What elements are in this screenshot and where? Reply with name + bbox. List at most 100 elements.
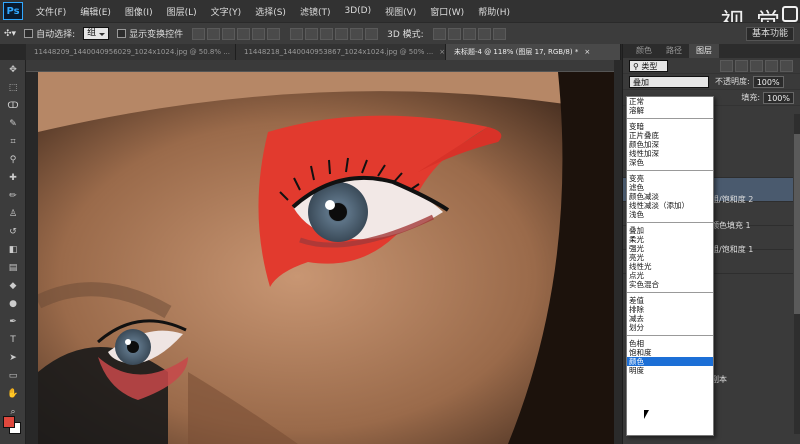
document-canvas[interactable] xyxy=(38,72,614,444)
crop-tool-icon[interactable]: ⌗ xyxy=(3,134,23,150)
tab-document-1[interactable]: 11448209_1440040956029_1024x1024.jpg @ 5… xyxy=(26,44,236,60)
tab-paths[interactable]: 路径 xyxy=(659,44,689,58)
opacity-input[interactable]: 100% xyxy=(752,75,784,88)
quick-select-icon[interactable]: ✎ xyxy=(3,116,23,132)
align-vcenter-icon[interactable] xyxy=(207,27,221,40)
blur-tool-icon[interactable]: ◆ xyxy=(3,278,23,294)
move-tool-icon[interactable]: ✥ xyxy=(3,62,23,78)
brush-tool-icon[interactable]: ✏ xyxy=(3,188,23,204)
menu-image[interactable]: 图像(I) xyxy=(118,5,160,18)
blend-option-subtract[interactable]: 减去 xyxy=(627,314,713,323)
align-right-icon[interactable] xyxy=(267,27,281,40)
blend-option-darken[interactable]: 变暗 xyxy=(627,122,713,131)
clone-stamp-icon[interactable]: ♙ xyxy=(3,206,23,222)
align-hcenter-icon[interactable] xyxy=(252,27,266,40)
blend-option-linear-light[interactable]: 线性光 xyxy=(627,262,713,271)
menu-help[interactable]: 帮助(H) xyxy=(471,5,517,18)
blend-option-linear-burn[interactable]: 线性加深 xyxy=(627,149,713,158)
workspace-switcher[interactable]: 基本功能 xyxy=(745,27,794,41)
blend-option-dissolve[interactable]: 溶解 xyxy=(627,106,713,115)
canvas-scrollbar[interactable] xyxy=(614,60,622,444)
smart-filter-icon[interactable] xyxy=(780,59,793,72)
distribute-right-icon[interactable] xyxy=(365,27,379,40)
tab-layers[interactable]: 图层 xyxy=(689,44,719,58)
blend-option-vivid-light[interactable]: 亮光 xyxy=(627,253,713,262)
3d-scale-icon[interactable] xyxy=(492,27,506,40)
close-icon[interactable]: × xyxy=(584,48,590,56)
blend-option-divide[interactable]: 划分 xyxy=(627,323,713,332)
fill-input[interactable]: 100% xyxy=(763,91,794,104)
blend-option-overlay[interactable]: 叠加 xyxy=(627,226,713,235)
shape-filter-icon[interactable] xyxy=(765,59,778,72)
gradient-tool-icon[interactable]: ▤ xyxy=(3,260,23,276)
eyedropper-icon[interactable]: ⚲ xyxy=(3,152,23,168)
auto-select-dropdown[interactable]: 组 xyxy=(83,27,110,40)
menu-layer[interactable]: 图层(L) xyxy=(160,5,204,18)
blend-option-color-burn[interactable]: 颜色加深 xyxy=(627,140,713,149)
adjustment-filter-icon[interactable] xyxy=(735,59,748,72)
menu-window[interactable]: 窗口(W) xyxy=(423,5,471,18)
blend-mode-dropdown[interactable]: 叠加 xyxy=(629,75,709,88)
healing-brush-icon[interactable]: ✚ xyxy=(3,170,23,186)
blend-option-difference[interactable]: 差值 xyxy=(627,296,713,305)
blend-option-hard-mix[interactable]: 实色混合 xyxy=(627,280,713,289)
eraser-icon[interactable]: ◧ xyxy=(3,242,23,258)
blend-option-lighten[interactable]: 变亮 xyxy=(627,174,713,183)
blend-option-soft-light[interactable]: 柔光 xyxy=(627,235,713,244)
blend-option-pin-light[interactable]: 点光 xyxy=(627,271,713,280)
history-brush-icon[interactable]: ↺ xyxy=(3,224,23,240)
type-tool-icon[interactable]: T xyxy=(3,332,23,348)
align-left-icon[interactable] xyxy=(237,27,251,40)
menu-filter[interactable]: 滤镜(T) xyxy=(293,5,338,18)
distribute-top-icon[interactable] xyxy=(290,27,304,40)
distribute-left-icon[interactable] xyxy=(335,27,349,40)
blend-option-normal[interactable]: 正常 xyxy=(627,97,713,106)
blend-option-linear-dodge[interactable]: 线性减淡（添加） xyxy=(627,201,713,210)
menu-3d[interactable]: 3D(D) xyxy=(337,6,378,16)
menu-type[interactable]: 文字(Y) xyxy=(204,5,249,18)
blend-option-hue[interactable]: 色相 xyxy=(627,339,713,348)
pen-tool-icon[interactable]: ✒ xyxy=(3,314,23,330)
move-tool-preset-icon[interactable]: ✣▾ xyxy=(4,29,16,39)
3d-rotate-icon[interactable] xyxy=(432,27,446,40)
shape-tool-icon[interactable]: ▭ xyxy=(3,368,23,384)
blend-option-color-dodge[interactable]: 颜色减淡 xyxy=(627,192,713,201)
tab-document-2[interactable]: 11448218_1440040953867_1024x1024.jpg @ 5… xyxy=(236,44,446,60)
foreground-color-swatch[interactable] xyxy=(3,416,15,428)
kind-filter-dropdown[interactable]: ⚲ 类型 xyxy=(629,59,669,72)
marquee-tool-icon[interactable]: ⬚ xyxy=(3,80,23,96)
blend-option-saturation[interactable]: 饱和度 xyxy=(627,348,713,357)
blend-option-exclusion[interactable]: 排除 xyxy=(627,305,713,314)
tab-document-active[interactable]: 未标题-4 @ 118% (图层 17, RGB/8) * × xyxy=(446,44,621,60)
blend-option-multiply[interactable]: 正片叠底 xyxy=(627,131,713,140)
distribute-hcenter-icon[interactable] xyxy=(350,27,364,40)
menu-file[interactable]: 文件(F) xyxy=(29,5,73,18)
blend-option-hard-light[interactable]: 强光 xyxy=(627,244,713,253)
blend-option-lighter-color[interactable]: 浅色 xyxy=(627,210,713,219)
path-select-icon[interactable]: ➤ xyxy=(3,350,23,366)
hand-tool-icon[interactable]: ✋ xyxy=(3,386,23,402)
close-icon[interactable]: × xyxy=(439,48,445,56)
distribute-bottom-icon[interactable] xyxy=(320,27,334,40)
lasso-tool-icon[interactable]: ↀ xyxy=(3,98,23,114)
blend-option-screen[interactable]: 滤色 xyxy=(627,183,713,192)
blend-option-darker-color[interactable]: 深色 xyxy=(627,158,713,167)
3d-drag-icon[interactable] xyxy=(462,27,476,40)
blend-option-color[interactable]: 颜色 xyxy=(627,357,713,366)
auto-select-checkbox[interactable] xyxy=(24,29,34,38)
align-top-icon[interactable] xyxy=(192,27,206,40)
distribute-vcenter-icon[interactable] xyxy=(305,27,319,40)
menu-select[interactable]: 选择(S) xyxy=(248,5,293,18)
3d-roll-icon[interactable] xyxy=(447,27,461,40)
show-transform-checkbox[interactable] xyxy=(117,29,127,38)
pixel-filter-icon[interactable] xyxy=(720,59,733,72)
type-filter-icon[interactable] xyxy=(750,59,763,72)
dodge-tool-icon[interactable]: ● xyxy=(3,296,23,312)
3d-slide-icon[interactable] xyxy=(477,27,491,40)
align-bottom-icon[interactable] xyxy=(222,27,236,40)
blend-option-luminosity[interactable]: 明度 xyxy=(627,366,713,375)
menu-view[interactable]: 视图(V) xyxy=(378,5,423,18)
menu-edit[interactable]: 编辑(E) xyxy=(73,5,118,18)
panel-scrollbar-thumb[interactable] xyxy=(794,134,800,314)
tab-color[interactable]: 颜色 xyxy=(629,44,659,58)
